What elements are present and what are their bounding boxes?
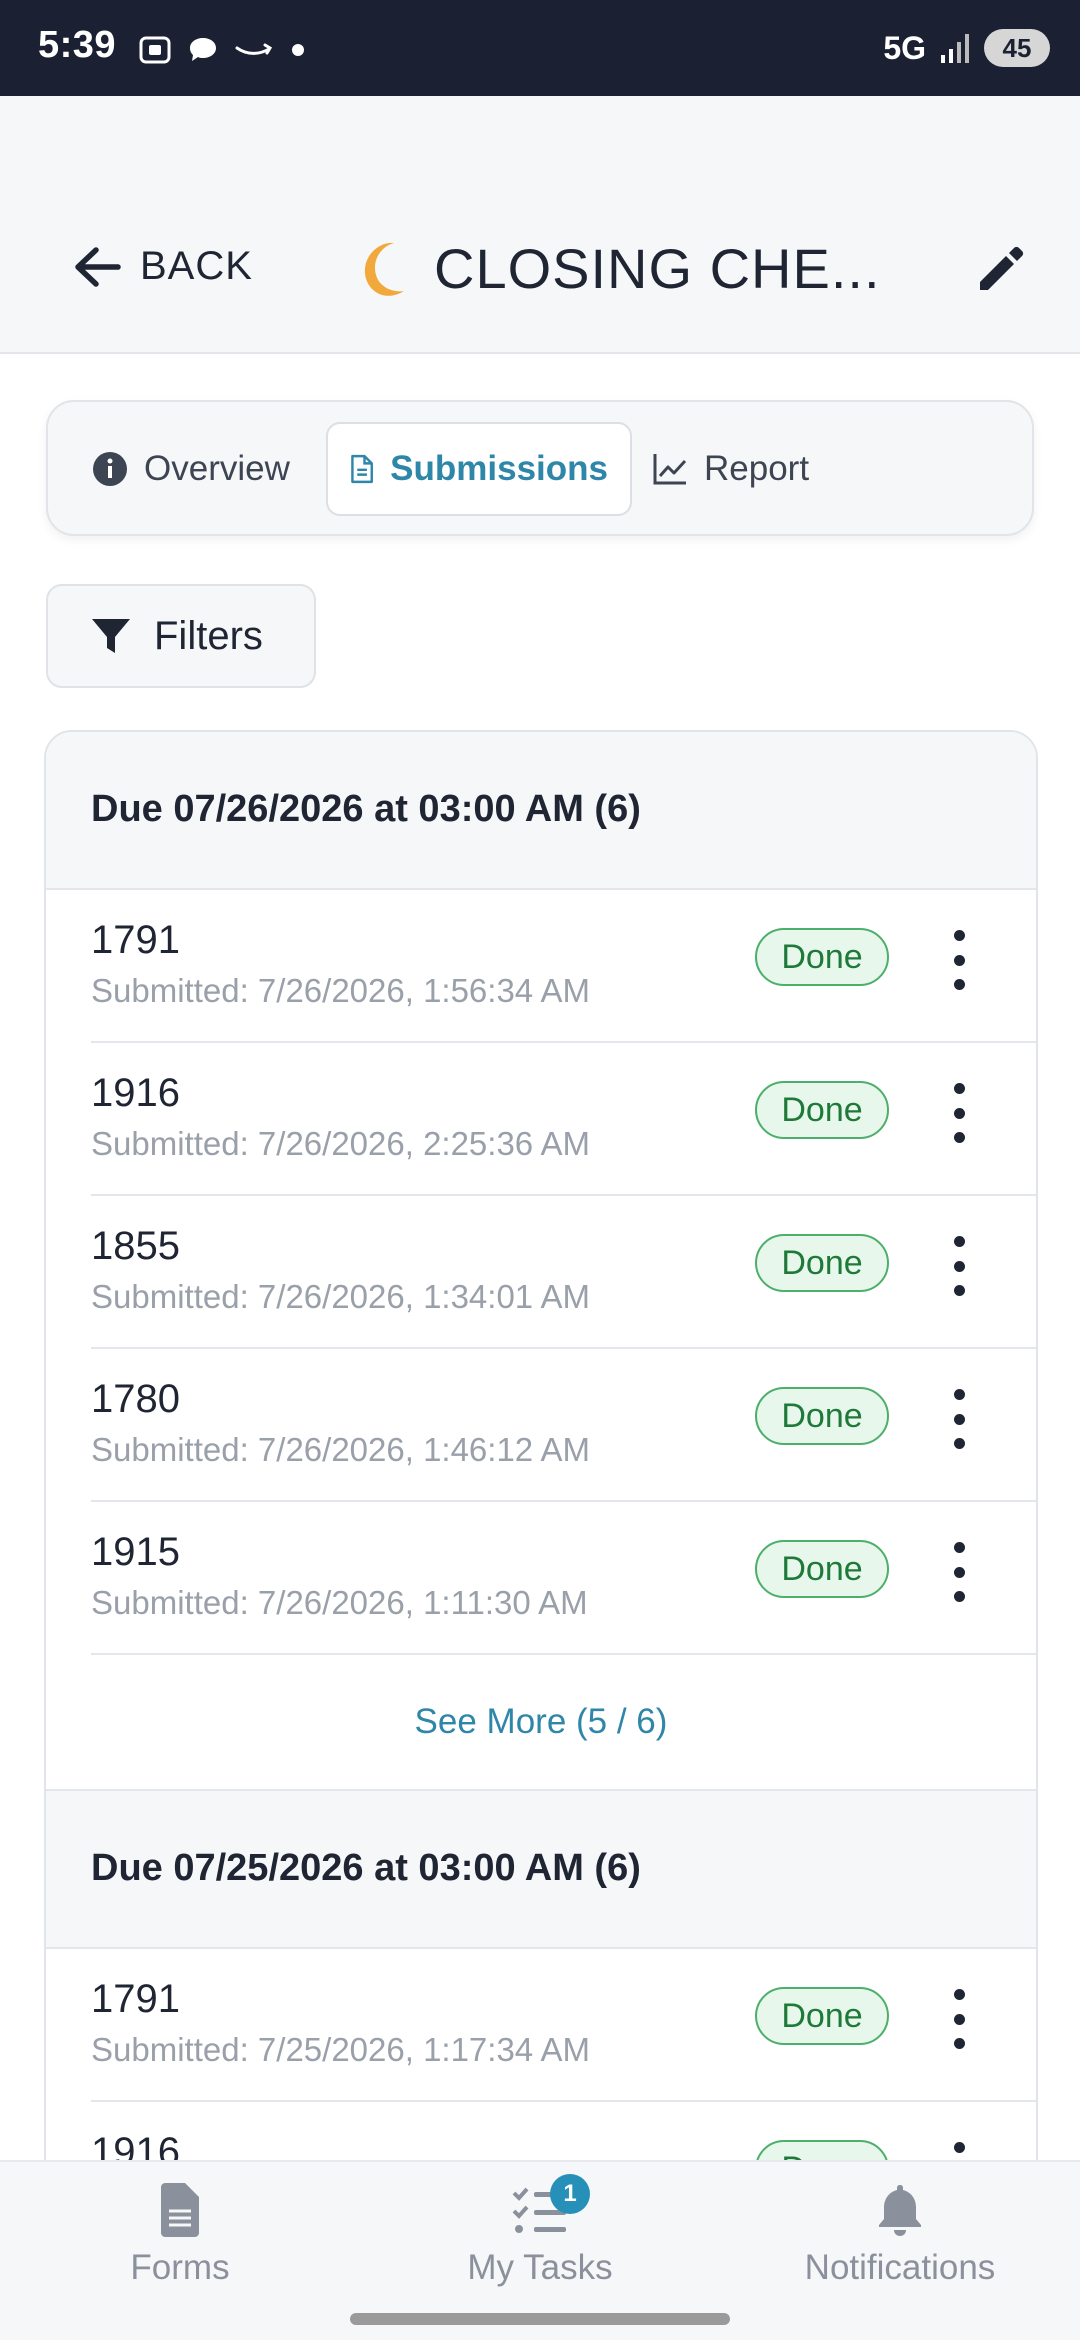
battery-icon: 45 [984, 29, 1050, 67]
back-label: BACK [140, 244, 253, 288]
submission-time: Submitted: 7/26/2026, 1:56:34 AM [91, 972, 591, 1009]
notifications-icon-wrap [875, 2180, 925, 2240]
tab-submissions[interactable]: Submissions [326, 422, 632, 516]
bottom-navigation: Forms 1 My Tasks Notifications [0, 2160, 1080, 2300]
nav-my-tasks[interactable]: 1 My Tasks [390, 2174, 690, 2288]
info-icon [93, 452, 127, 486]
pencil-icon [980, 246, 1024, 290]
document-icon [351, 454, 373, 484]
group-header: Due 07/25/2026 at 03:00 AM (6) [46, 1791, 1036, 1949]
status-badge: Done [755, 928, 889, 986]
status-bar: 5:39 5G 45 [0, 0, 1080, 96]
status-right: 5G 45 [883, 26, 1050, 70]
more-options-button[interactable] [949, 1389, 969, 1449]
status-badge: Done [755, 1234, 889, 1292]
tab-bar: Overview Submissions Report [46, 400, 1034, 536]
more-options-button[interactable] [949, 1989, 969, 2049]
status-badge: Done [755, 1987, 889, 2045]
tasks-count-badge: 1 [550, 2174, 590, 2214]
back-button[interactable]: BACK [72, 244, 253, 289]
tab-report[interactable]: Report [652, 422, 809, 516]
more-options-button[interactable] [949, 1542, 969, 1602]
group-title: Due 07/26/2026 at 03:00 AM (6) [91, 788, 641, 830]
status-badge: Done [755, 1387, 889, 1445]
submission-time: Submitted: 7/26/2026, 2:25:36 AM [91, 1125, 591, 1162]
status-time: 5:39 [38, 24, 117, 66]
document-icon [161, 2183, 199, 2237]
tab-overview[interactable]: Overview [92, 422, 290, 516]
crescent-moon-icon [364, 242, 404, 296]
submission-time: Submitted: 7/26/2026, 1:11:30 AM [91, 1584, 588, 1621]
submission-row[interactable]: 1915 Submitted: 7/26/2026, 1:11:30 AM Do… [91, 1502, 1036, 1655]
network-label: 5G [883, 29, 926, 66]
edit-button[interactable] [972, 242, 1028, 303]
screenshot-icon [139, 36, 171, 64]
submission-id: 1791 [91, 1977, 180, 2021]
signal-icon [941, 34, 969, 63]
status-badge: Done [755, 1540, 889, 1598]
nav-notifications-label: Notifications [804, 2248, 996, 2287]
submission-row[interactable]: 1855 Submitted: 7/26/2026, 1:34:01 AM Do… [91, 1196, 1036, 1349]
bell-icon [879, 2185, 921, 2236]
nav-notifications[interactable]: Notifications [750, 2180, 1050, 2288]
app-header: BACK CLOSING CHE... [0, 96, 1080, 354]
submission-row[interactable]: 1916 Submitted: 7/26/2026, 2:25:36 AM Do… [91, 1043, 1036, 1196]
amazon-smile-icon [235, 43, 273, 55]
tab-submissions-label: Submissions [390, 449, 608, 488]
tasks-icon-wrap: 1 [512, 2174, 590, 2240]
filters-button[interactable]: Filters [46, 584, 316, 688]
nav-my-tasks-label: My Tasks [467, 2248, 613, 2287]
submissions-list: Due 07/26/2026 at 03:00 AM (6) 1791 Subm… [44, 730, 1038, 2170]
submission-id: 1855 [91, 1224, 180, 1268]
submission-time: Submitted: 7/26/2026, 1:46:12 AM [91, 1431, 591, 1468]
nav-forms-label: Forms [130, 2248, 230, 2287]
group-header: Due 07/26/2026 at 03:00 AM (6) [46, 732, 1036, 890]
group-title: Due 07/25/2026 at 03:00 AM (6) [91, 1847, 641, 1889]
tab-report-label: Report [704, 449, 810, 488]
funnel-icon [92, 619, 130, 653]
submission-id: 1916 [91, 1071, 180, 1115]
forms-icon-wrap [159, 2180, 201, 2240]
nav-forms[interactable]: Forms [30, 2180, 330, 2288]
more-options-button[interactable] [949, 1083, 969, 1143]
submission-row[interactable]: 1780 Submitted: 7/26/2026, 1:46:12 AM Do… [91, 1349, 1036, 1502]
dot-icon [292, 44, 304, 56]
page-title: CLOSING CHE... [434, 237, 881, 300]
more-options-button[interactable] [949, 1236, 969, 1296]
more-options-button[interactable] [949, 930, 969, 990]
see-more-link[interactable]: See More (5 / 6) [46, 1655, 1036, 1791]
page-title-wrap: CLOSING CHE... [360, 236, 881, 301]
submission-time: Submitted: 7/26/2026, 1:34:01 AM [91, 1278, 591, 1315]
arrow-left-icon [75, 246, 121, 287]
submission-row[interactable]: 1791 Submitted: 7/25/2026, 1:17:34 AM Do… [91, 1949, 1036, 2102]
submission-id: 1915 [91, 1530, 180, 1574]
submission-row[interactable]: 1791 Submitted: 7/26/2026, 1:56:34 AM Do… [91, 890, 1036, 1043]
home-indicator[interactable] [350, 2313, 730, 2325]
chart-line-icon [653, 454, 687, 485]
status-notification-icons [138, 30, 308, 70]
filters-label: Filters [154, 613, 263, 658]
submission-id: 1791 [91, 918, 180, 962]
tab-overview-label: Overview [144, 449, 290, 488]
chat-bubble-icon [190, 38, 216, 61]
status-badge: Done [755, 1081, 889, 1139]
submission-time: Submitted: 7/25/2026, 1:17:34 AM [91, 2031, 591, 2068]
submission-id: 1780 [91, 1377, 180, 1421]
